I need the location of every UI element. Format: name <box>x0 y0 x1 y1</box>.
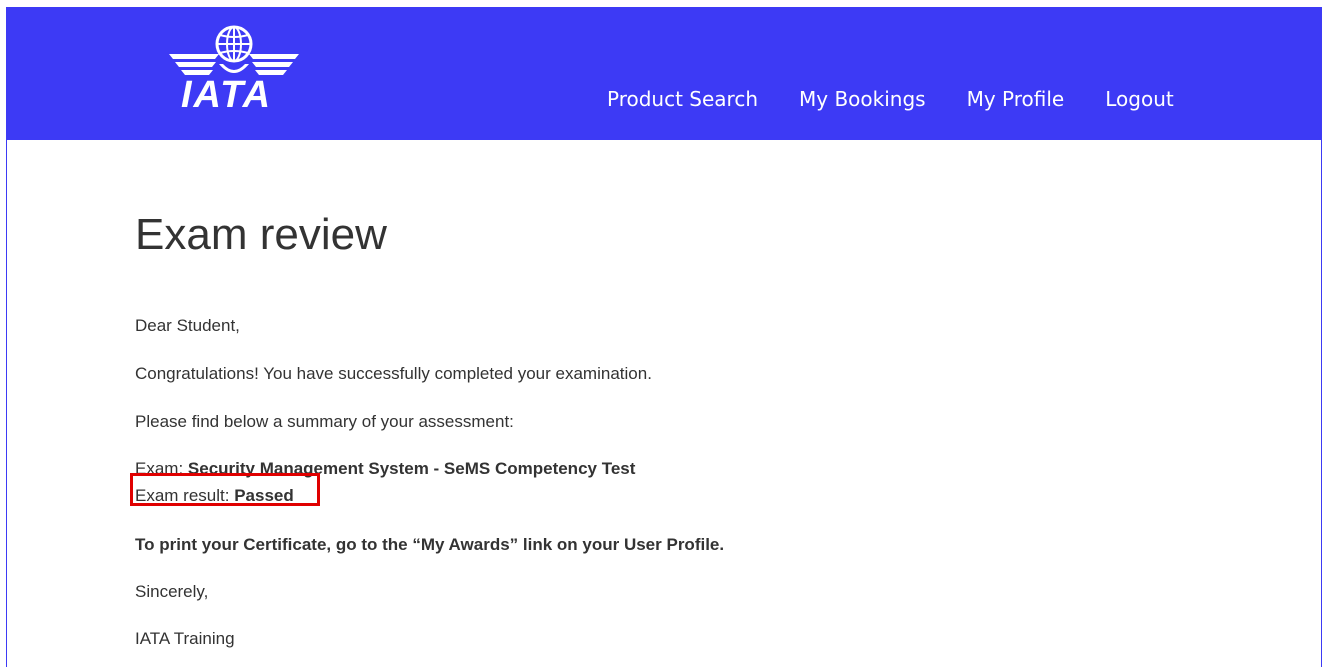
logo-wordmark: IATA <box>181 74 273 116</box>
site-header: IATA Product Search My Bookings My Profi… <box>7 7 1321 140</box>
nav-my-bookings[interactable]: My Bookings <box>799 87 926 111</box>
summary-intro-text: Please find below a summary of your asse… <box>135 412 514 431</box>
signature-text: IATA Training <box>135 629 235 648</box>
nav-my-profile[interactable]: My Profile <box>967 87 1065 111</box>
congrats-text: Congratulations! You have successfully c… <box>135 364 652 383</box>
closing-text: Sincerely, <box>135 582 209 601</box>
nav-logout[interactable]: Logout <box>1105 87 1173 111</box>
page-title: Exam review <box>135 210 387 259</box>
nav-product-search[interactable]: Product Search <box>607 87 758 111</box>
result-highlight-box <box>130 473 320 506</box>
page-frame: IATA Product Search My Bookings My Profi… <box>6 7 1322 667</box>
greeting-text: Dear Student, <box>135 316 240 335</box>
certificate-note: To print your Certificate, go to the “My… <box>135 535 725 554</box>
iata-logo[interactable]: IATA <box>159 24 309 120</box>
main-nav: Product Search My Bookings My Profile Lo… <box>607 87 1215 111</box>
